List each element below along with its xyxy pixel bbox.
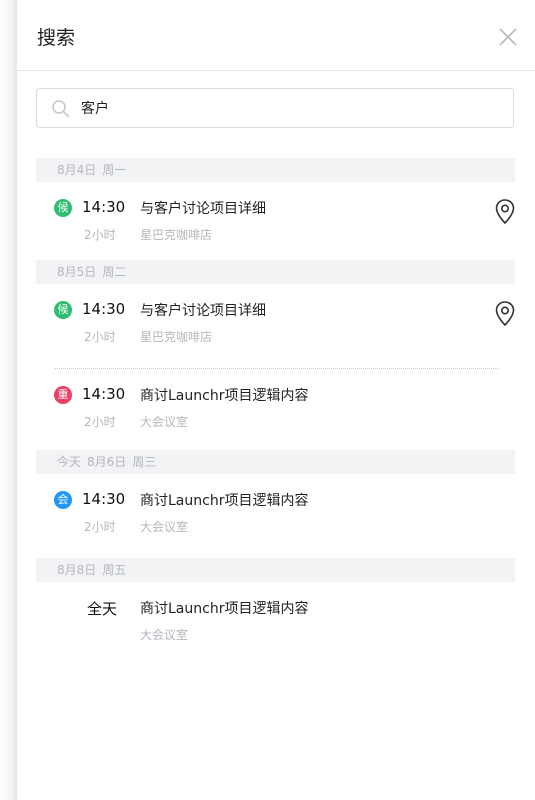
date-label: 8月6日 (87, 455, 127, 469)
date-label: 8月5日 (57, 265, 97, 279)
date-header: 8月5日 周二 (36, 260, 515, 284)
event-subject: 商讨Launchr项目逻辑内容 (140, 601, 309, 617)
date-header: 今天 8月6日 周三 (36, 450, 515, 474)
event-time: 全天 (87, 600, 118, 618)
search-box[interactable] (36, 88, 514, 128)
date-label: 8月4日 (57, 163, 97, 177)
event-time: 14:30 (82, 300, 126, 318)
event-time: 14:30 (82, 198, 126, 216)
event-time: 14:30 (82, 385, 126, 403)
weekday-label: 周五 (102, 563, 127, 577)
event-item[interactable]: 候 14:30 2小时 与客户讨论项目详细 星巴克咖啡店 (36, 284, 515, 368)
event-item[interactable]: 候 14:30 2小时 与客户讨论项目详细 星巴克咖啡店 (36, 182, 515, 260)
search-input[interactable] (81, 95, 501, 121)
date-label: 8月8日 (57, 563, 97, 577)
event-type-badge: 重 (54, 386, 72, 404)
date-header: 8月4日 周一 (36, 158, 515, 182)
event-place: 星巴克咖啡店 (140, 330, 213, 344)
search-icon (51, 99, 71, 119)
event-duration: 2小时 (84, 228, 116, 242)
date-header: 8月8日 周五 (36, 558, 515, 582)
event-subject: 商讨Launchr项目逻辑内容 (140, 493, 309, 509)
event-subject: 商讨Launchr项目逻辑内容 (140, 388, 309, 404)
backdrop-edge (0, 0, 17, 800)
event-item[interactable]: 全天 商讨Launchr项目逻辑内容 大会议室 (36, 582, 515, 660)
close-icon[interactable] (497, 26, 519, 48)
today-label: 今天 (57, 455, 82, 469)
event-duration: 2小时 (84, 415, 116, 429)
event-time: 14:30 (82, 490, 126, 508)
panel-header: 搜索 (17, 0, 535, 71)
event-duration: 2小时 (84, 330, 116, 344)
page-title: 搜索 (37, 27, 76, 49)
event-place: 大会议室 (140, 520, 189, 534)
event-item[interactable]: 重 14:30 2小时 商讨Launchr项目逻辑内容 大会议室 (36, 369, 515, 450)
search-panel: 搜索 8月4日周一 候 14:30 2小时 与客户讨论项目详细 星巴克咖啡店 8… (17, 0, 535, 800)
event-subject: 与客户讨论项目详细 (140, 201, 266, 217)
weekday-label: 周三 (132, 455, 157, 469)
event-subject: 与客户讨论项目详细 (140, 303, 266, 319)
event-type-badge: 候 (54, 301, 72, 319)
results-list: 8月4日 周一 候 14:30 2小时 与客户讨论项目详细 星巴克咖啡店 8月5日… (36, 158, 515, 660)
weekday-label: 周一 (102, 163, 127, 177)
event-type-badge: 会 (54, 491, 72, 509)
location-pin-icon[interactable] (494, 300, 516, 328)
event-place: 大会议室 (140, 415, 189, 429)
event-place: 大会议室 (140, 628, 189, 642)
weekday-label: 周二 (102, 265, 127, 279)
event-type-badge: 候 (54, 199, 72, 217)
event-duration: 2小时 (84, 520, 116, 534)
location-pin-icon[interactable] (494, 198, 516, 226)
event-place: 星巴克咖啡店 (140, 228, 213, 242)
event-item[interactable]: 会 14:30 2小时 商讨Launchr项目逻辑内容 大会议室 (36, 474, 515, 558)
